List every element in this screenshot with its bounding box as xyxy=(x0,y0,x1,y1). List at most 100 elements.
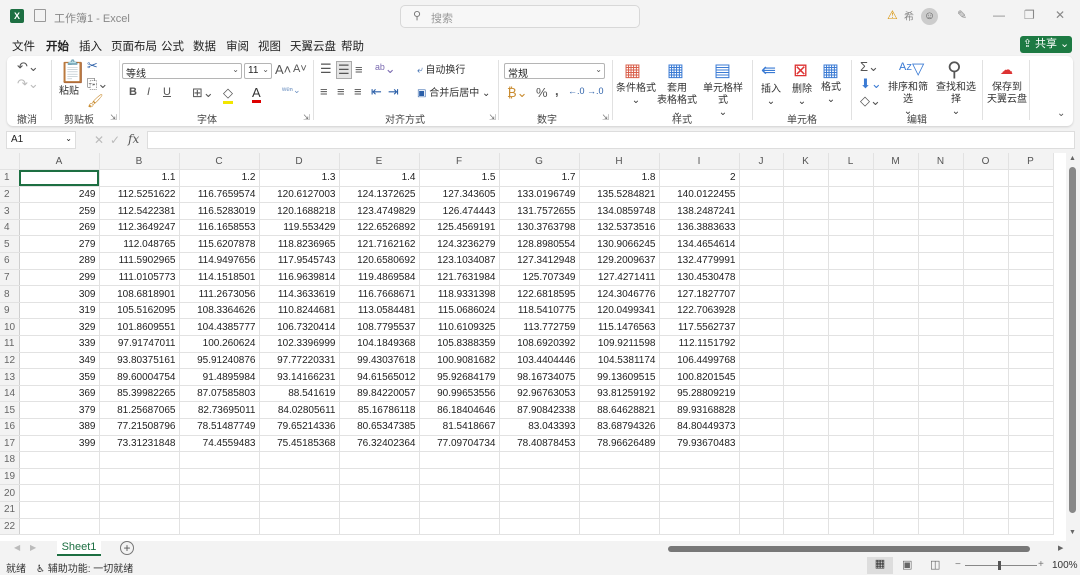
cell[interactable]: 123.1034087 xyxy=(419,252,500,270)
cell[interactable] xyxy=(19,518,100,536)
cell[interactable]: 132.5373516 xyxy=(579,219,660,237)
cell[interactable] xyxy=(579,451,660,469)
cell[interactable]: 103.4404446 xyxy=(499,352,580,370)
cell[interactable]: 79.65214336 xyxy=(259,418,340,436)
cell[interactable] xyxy=(918,269,964,287)
cell[interactable] xyxy=(259,518,340,536)
cell[interactable] xyxy=(19,501,100,519)
cell[interactable] xyxy=(963,169,1009,187)
cell[interactable]: 95.91240876 xyxy=(179,352,260,370)
cell[interactable] xyxy=(783,318,829,337)
cell[interactable]: 97.77220331 xyxy=(259,352,340,370)
cell[interactable] xyxy=(783,252,829,270)
increase-font-icon[interactable]: A˄ xyxy=(275,62,291,77)
cell[interactable]: 90.99653556 xyxy=(419,385,500,403)
cell[interactable] xyxy=(1008,302,1054,320)
cell[interactable] xyxy=(19,484,100,502)
row-header[interactable]: 3 xyxy=(0,202,20,220)
decrease-indent-icon[interactable]: ⇤ xyxy=(371,84,382,100)
cell[interactable] xyxy=(963,352,1009,370)
cell[interactable]: 120.6580692 xyxy=(339,252,420,270)
cell[interactable]: 81.5418667 xyxy=(419,418,500,436)
row-header[interactable]: 18 xyxy=(0,451,20,469)
cell[interactable]: 104.1849368 xyxy=(339,335,420,353)
cell[interactable] xyxy=(963,518,1009,536)
cell[interactable]: 124.3236279 xyxy=(419,235,500,254)
conditional-format-button[interactable]: 条件格式 ⌄ xyxy=(616,83,656,107)
cell[interactable]: 115.6207878 xyxy=(179,235,260,254)
cell[interactable]: 82.73695011 xyxy=(179,401,260,419)
row-header[interactable]: 8 xyxy=(0,285,20,303)
cell[interactable] xyxy=(963,269,1009,287)
align-right-icon[interactable]: ≡ xyxy=(354,84,362,99)
cell[interactable] xyxy=(873,318,919,337)
cell[interactable] xyxy=(739,285,784,303)
border-icon[interactable]: ⊞⌄ xyxy=(192,85,214,101)
cell[interactable] xyxy=(873,451,919,469)
cell[interactable]: 77.09704734 xyxy=(419,435,500,453)
underline-button[interactable]: U xyxy=(163,86,171,98)
cell[interactable] xyxy=(1008,435,1054,453)
cell[interactable] xyxy=(873,468,919,486)
column-header[interactable]: O xyxy=(963,153,1009,171)
cell[interactable]: 88.541619 xyxy=(259,385,340,403)
cell[interactable] xyxy=(963,186,1009,204)
cell[interactable] xyxy=(19,169,100,187)
cell[interactable] xyxy=(873,518,919,536)
cell[interactable] xyxy=(499,451,580,469)
cell[interactable] xyxy=(828,335,874,353)
row-header[interactable]: 15 xyxy=(0,401,20,419)
sheet-tab-sheet1[interactable]: Sheet1 xyxy=(57,541,101,556)
fill-color-icon[interactable]: ◇ xyxy=(223,85,233,104)
cell[interactable] xyxy=(783,418,829,436)
align-bottom-icon[interactable]: ≡ xyxy=(355,62,363,77)
cell[interactable] xyxy=(963,385,1009,403)
vertical-scrollbar[interactable]: ▲ ▼ xyxy=(1066,153,1080,541)
cell[interactable] xyxy=(918,302,964,320)
cell[interactable]: 136.3883633 xyxy=(659,219,740,237)
cell[interactable]: 120.6127003 xyxy=(259,186,340,204)
cell[interactable]: 133.0196749 xyxy=(499,186,580,204)
page-layout-view-icon[interactable]: ▣ xyxy=(902,558,912,571)
column-header[interactable]: G xyxy=(499,153,580,171)
cell[interactable] xyxy=(739,401,784,419)
cell[interactable] xyxy=(828,468,874,486)
scroll-right-icon[interactable]: ▶ xyxy=(1058,544,1063,552)
cell[interactable] xyxy=(1008,235,1054,254)
cell[interactable] xyxy=(1008,518,1054,536)
cell[interactable] xyxy=(179,451,260,469)
percent-button[interactable]: % xyxy=(536,85,548,100)
cell[interactable] xyxy=(873,501,919,519)
increase-indent-icon[interactable]: ⇥ xyxy=(388,84,399,100)
column-header[interactable]: A xyxy=(19,153,100,171)
cell[interactable] xyxy=(783,468,829,486)
cell[interactable] xyxy=(1008,318,1054,337)
cell[interactable] xyxy=(828,484,874,502)
cell[interactable] xyxy=(828,451,874,469)
cell[interactable] xyxy=(739,252,784,270)
format-cells-button[interactable]: 格式 ⌄ xyxy=(819,82,843,106)
cell[interactable] xyxy=(259,484,340,502)
row-header[interactable]: 9 xyxy=(0,302,20,320)
cell[interactable] xyxy=(179,484,260,502)
cell[interactable] xyxy=(783,186,829,204)
cell[interactable] xyxy=(19,451,100,469)
cell[interactable] xyxy=(918,252,964,270)
cell[interactable]: 114.1518501 xyxy=(179,269,260,287)
cell[interactable] xyxy=(828,302,874,320)
cell[interactable] xyxy=(963,219,1009,237)
horizontal-scroll-thumb[interactable] xyxy=(668,546,1030,552)
next-sheet-icon[interactable]: ▶ xyxy=(30,543,36,552)
cell[interactable] xyxy=(918,186,964,204)
cell[interactable]: 121.7631984 xyxy=(419,269,500,287)
cell[interactable]: 116.7659574 xyxy=(179,186,260,204)
tab-0[interactable]: 文件 xyxy=(12,38,35,54)
cell-styles-icon[interactable]: ▤ xyxy=(714,60,731,81)
cell[interactable] xyxy=(739,186,784,204)
cell[interactable]: 85.39982265 xyxy=(99,385,180,403)
zoom-slider[interactable] xyxy=(965,565,1037,566)
number-format-select[interactable]: 常规 ⌄ xyxy=(504,63,605,80)
cell[interactable]: 88.64628821 xyxy=(579,401,660,419)
cell[interactable] xyxy=(99,501,180,519)
cell[interactable] xyxy=(739,468,784,486)
